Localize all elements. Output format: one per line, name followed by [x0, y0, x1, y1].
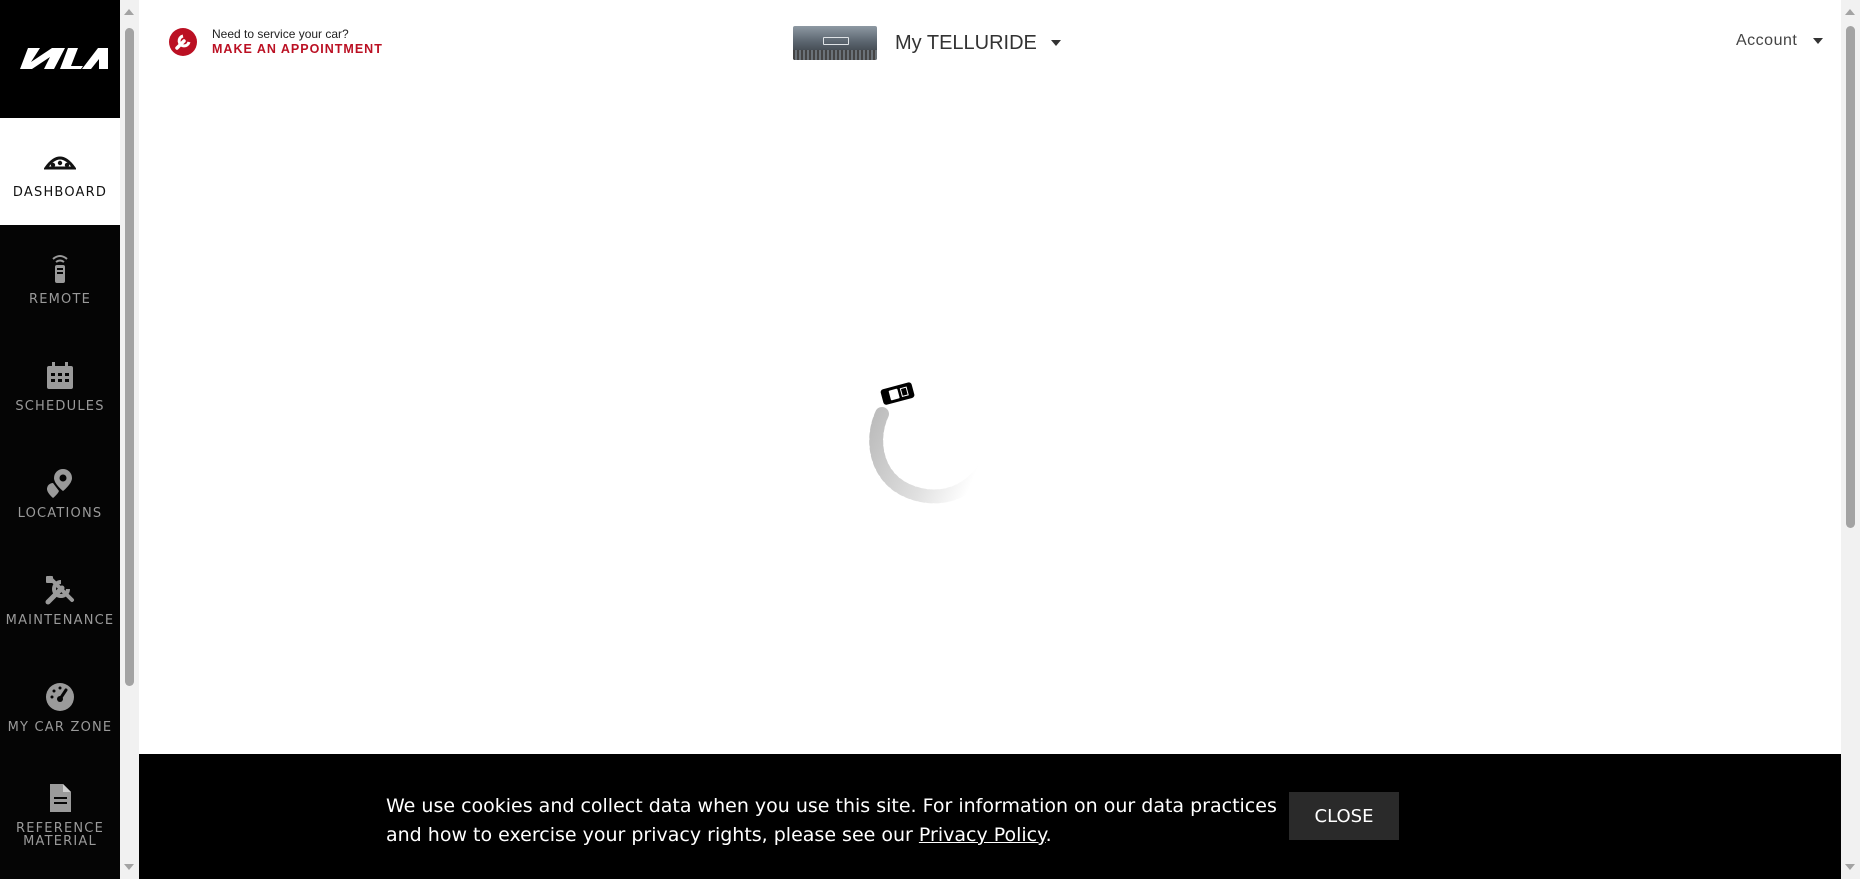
sidebar-item-reference-material[interactable]: REFERENCE MATERIAL [0, 760, 120, 867]
sidebar-item-label: REMOTE [28, 292, 92, 307]
sidebar-item-remote[interactable]: REMOTE [0, 225, 120, 332]
scroll-down-arrow-icon[interactable] [1845, 864, 1855, 870]
car-icon [880, 382, 915, 405]
remote-icon [42, 251, 78, 287]
scroll-up-arrow-icon[interactable] [124, 9, 134, 15]
scrollbar-thumb[interactable] [125, 28, 134, 686]
scroll-down-arrow-icon[interactable] [124, 864, 134, 870]
scrollbar-thumb[interactable] [1846, 26, 1855, 528]
vehicle-selector[interactable]: My TELLURIDE [793, 26, 1061, 60]
cookie-message-suffix: . [1045, 824, 1052, 846]
chevron-down-icon [1813, 38, 1824, 44]
sidebar-item-locations[interactable]: LOCATIONS [0, 439, 120, 546]
service-prompt: Need to service your car? [212, 27, 349, 41]
account-label: Account [1736, 32, 1798, 49]
dashboard-icon [42, 144, 78, 180]
document-icon [42, 780, 78, 816]
sidebar-item-schedules[interactable]: SCHEDULES [0, 332, 120, 439]
close-cookie-button[interactable]: CLOSE [1289, 792, 1399, 840]
speedometer-icon [42, 679, 78, 715]
kia-logo[interactable] [0, 0, 120, 118]
vehicle-thumbnail [793, 26, 877, 60]
location-pin-icon [42, 465, 78, 501]
sidebar-item-label: DASHBOARD [12, 185, 108, 200]
sidebar: DASHBOARD REMOTE SCHEDULES LOCATIONS MAI… [0, 0, 120, 879]
sidebar-item-dashboard[interactable]: DASHBOARD [0, 118, 120, 225]
loading-spinner [866, 380, 1056, 540]
sidebar-item-label: MY CAR ZONE [7, 720, 113, 735]
sidebar-item-label: REFERENCE MATERIAL [15, 820, 104, 849]
account-menu[interactable]: Account [1736, 32, 1824, 50]
page-scrollbar[interactable] [1841, 0, 1860, 879]
sidebar-item-label: SCHEDULES [15, 399, 105, 414]
sidebar-item-maintenance[interactable]: MAINTENANCE [0, 546, 120, 653]
service-appointment-link[interactable]: Need to service your car? MAKE AN APPOIN… [168, 27, 383, 57]
wrench-screwdriver-icon [42, 572, 78, 608]
sidebar-scrollbar[interactable] [120, 0, 139, 879]
sidebar-item-label: MAINTENANCE [5, 613, 115, 628]
cookie-message-text: We use cookies and collect data when you… [386, 795, 1277, 846]
wrench-icon [169, 28, 197, 56]
make-appointment-link[interactable]: MAKE AN APPOINTMENT [212, 41, 383, 57]
vehicle-name: My TELLURIDE [895, 31, 1037, 54]
cookie-message: We use cookies and collect data when you… [386, 792, 1286, 850]
sidebar-item-label: LOCATIONS [17, 506, 103, 521]
sidebar-item-my-car-zone[interactable]: MY CAR ZONE [0, 653, 120, 760]
calendar-icon [42, 358, 78, 394]
chevron-down-icon [1050, 40, 1061, 46]
scroll-up-arrow-icon[interactable] [1845, 9, 1855, 15]
cookie-banner: We use cookies and collect data when you… [139, 754, 1841, 879]
privacy-policy-link[interactable]: Privacy Policy [919, 824, 1046, 846]
